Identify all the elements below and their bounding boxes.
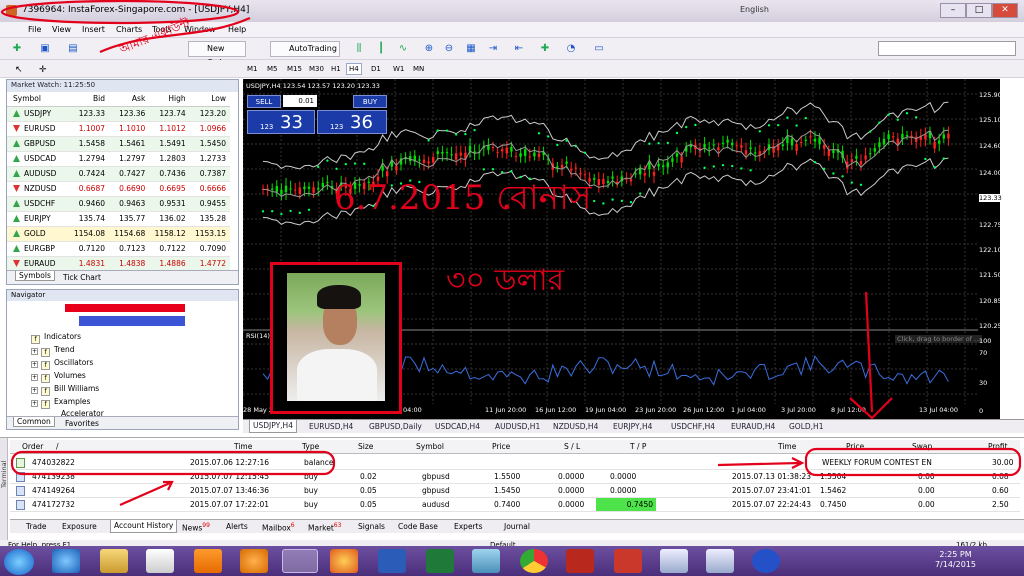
arrow-down bbox=[864, 291, 874, 413]
balance-row-circle bbox=[10, 450, 336, 476]
big-date-annotation: 6.7.2015 বোনাস bbox=[334, 178, 592, 218]
contest-circle bbox=[804, 447, 1022, 477]
big-amount-annotation: ৩০ ডলার bbox=[446, 263, 565, 298]
arrow-to-balance bbox=[119, 481, 171, 507]
title-circle bbox=[0, 0, 240, 25]
arrow-to-contest bbox=[717, 461, 801, 467]
